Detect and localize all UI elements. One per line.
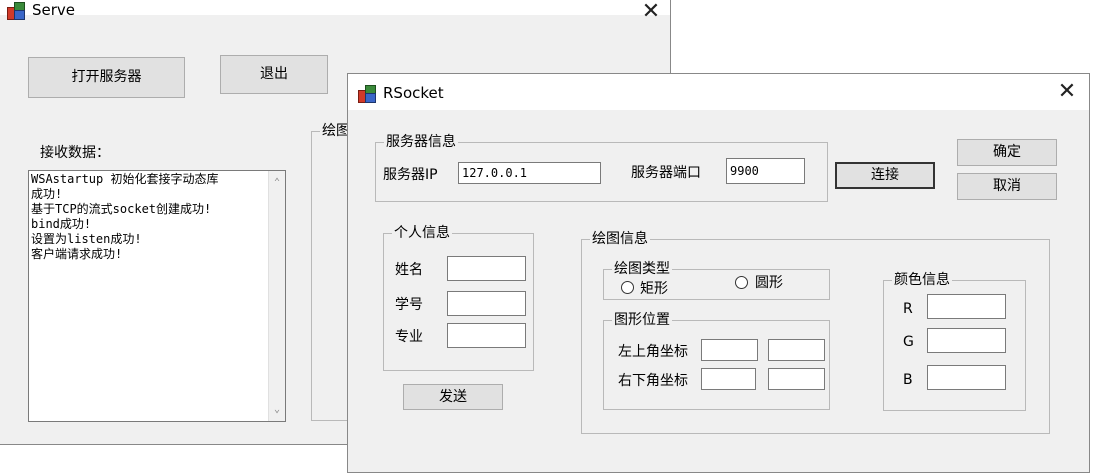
server-port-field[interactable]: 9900 [726,158,805,184]
app-icon [358,84,376,103]
shape-type-group: 绘图类型 [603,260,830,300]
r-label: R [903,301,913,317]
r-field[interactable] [927,294,1006,319]
scroll-down-icon[interactable]: ⌄ [269,402,285,417]
ok-button[interactable]: 确定 [957,139,1057,166]
open-server-button[interactable]: 打开服务器 [28,57,185,98]
rsocket-window: RSocket ✕ 服务器信息 服务器IP 127.0.0.1 服务器端口 99… [347,73,1090,473]
shape-position-title: 图形位置 [612,311,672,329]
shape-type-title: 绘图类型 [612,260,672,278]
scroll-up-icon[interactable]: ⌃ [269,175,285,190]
close-icon[interactable]: ✕ [1051,77,1083,109]
major-field[interactable] [447,323,526,348]
rect-option-label[interactable]: 矩形 [640,278,668,298]
log-line: 设置为listen成功! [31,232,142,246]
g-field[interactable] [927,328,1006,353]
circle-radio[interactable] [735,276,748,289]
server-info-title: 服务器信息 [384,133,458,151]
receive-data-label: 接收数据： [40,145,110,161]
connect-button[interactable]: 连接 [835,162,935,189]
rect-radio[interactable] [621,281,634,294]
bottom-right-x-field[interactable] [701,368,756,390]
serve-titlebar[interactable] [0,0,670,15]
log-line: bind成功! [31,217,92,231]
app-icon [7,1,25,20]
name-field[interactable] [447,256,526,281]
log-line: 成功! [31,187,63,201]
rsocket-title: RSocket [383,84,444,102]
color-info-title: 颜色信息 [892,271,952,289]
server-ip-label: 服务器IP [383,167,438,183]
receive-data-textarea[interactable]: WSAstartup 初始化套接字动态库 成功! 基于TCP的流式socket创… [28,170,286,422]
circle-option-label[interactable]: 圆形 [755,272,783,292]
log-line: WSAstartup 初始化套接字动态库 [31,172,219,186]
major-label: 专业 [395,329,423,345]
personal-info-title: 个人信息 [392,224,452,242]
close-icon[interactable]: ✕ [635,0,667,29]
bottom-right-y-field[interactable] [768,368,825,390]
log-line: 客户端请求成功! [31,247,123,261]
top-left-y-field[interactable] [768,339,825,361]
vertical-scrollbar[interactable]: ⌃ ⌄ [268,171,285,421]
top-left-x-field[interactable] [701,339,758,361]
b-field[interactable] [927,365,1006,390]
send-button[interactable]: 发送 [403,384,503,410]
log-line: 基于TCP的流式socket创建成功! [31,202,212,216]
server-port-label: 服务器端口 [631,165,701,181]
b-label: B [903,372,913,388]
g-label: G [903,334,914,350]
rsocket-titlebar[interactable] [348,74,1089,110]
drawing-info-title: 绘图信息 [590,230,650,248]
shape-position-group: 图形位置 [603,311,830,410]
exit-button[interactable]: 退出 [220,55,328,94]
top-left-label: 左上角坐标 [618,344,688,360]
student-id-label: 学号 [395,297,423,313]
serve-title: Serve [32,1,76,19]
name-label: 姓名 [395,262,423,278]
server-ip-field[interactable]: 127.0.0.1 [458,162,601,184]
bottom-right-label: 右下角坐标 [618,373,688,389]
student-id-field[interactable] [447,291,526,316]
cancel-button[interactable]: 取消 [957,173,1057,200]
